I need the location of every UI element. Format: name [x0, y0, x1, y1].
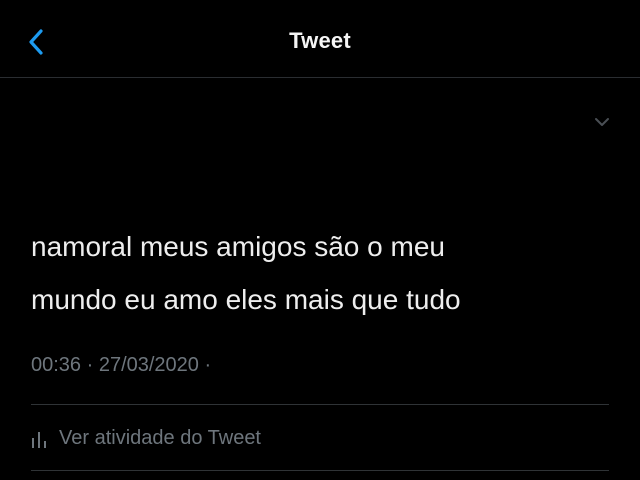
bar-chart-icon [31, 428, 47, 448]
page-title: Tweet [289, 28, 351, 53]
tweet-timestamp: 00:36 · 27/03/2020 · [31, 354, 212, 376]
divider [31, 470, 609, 471]
top-bar: Tweet [0, 0, 640, 78]
tweet-text-line: mundo eu amo eles mais que tudo [31, 284, 461, 315]
tweet-activity-label: Ver atividade do Tweet [59, 426, 261, 449]
divider [31, 404, 609, 405]
tweet-text-line: namoral meus amigos são o meu [31, 231, 445, 262]
tweet-options-button[interactable] [588, 108, 616, 136]
chevron-down-icon [595, 118, 609, 126]
tweet-text: namoral meus amigos são o meu mundo eu a… [31, 220, 591, 326]
tweet-activity-link[interactable]: Ver atividade do Tweet [31, 420, 261, 456]
